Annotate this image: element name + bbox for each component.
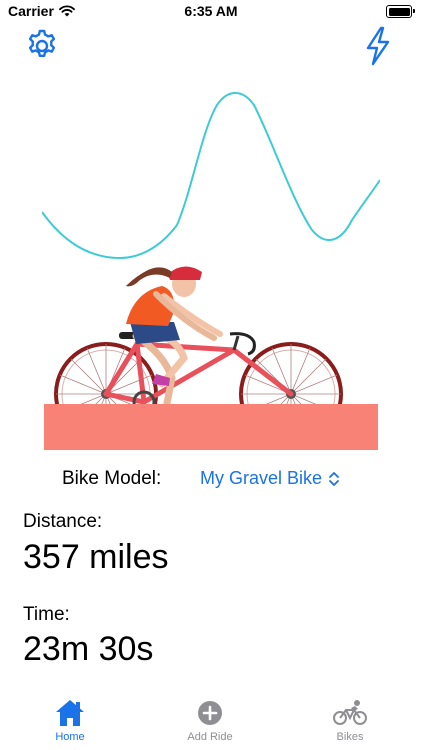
battery-icon [386, 5, 415, 18]
tab-home[interactable]: Home [20, 698, 120, 750]
distance-value: 357 miles [23, 538, 169, 576]
chevron-up-down-icon [329, 471, 339, 486]
bolt-icon [366, 26, 390, 66]
tab-bikes-label: Bikes [336, 731, 364, 743]
tab-bikes[interactable]: Bikes [300, 698, 400, 750]
tab-bar: Home Add Ride Bikes [0, 698, 422, 750]
bike-model-row: Bike Model: My Gravel Bike [0, 468, 422, 494]
gear-icon [28, 29, 56, 57]
settings-button[interactable] [22, 26, 62, 66]
bicycle-icon [333, 700, 367, 725]
elevation-profile [42, 92, 380, 260]
distance-label: Distance: [23, 511, 103, 532]
bike-model-picker[interactable]: My Gravel Bike [200, 468, 340, 489]
plus-circle-icon [198, 701, 222, 725]
tab-add-ride-label: Add Ride [187, 731, 233, 743]
time-label: Time: [23, 604, 70, 625]
status-bar: Carrier 6:35 AM [0, 0, 422, 24]
elevation-line [42, 92, 380, 260]
status-time: 6:35 AM [184, 3, 238, 19]
tab-home-label: Home [55, 731, 85, 743]
house-icon [56, 700, 84, 726]
bike-model-value: My Gravel Bike [200, 468, 323, 488]
bike-model-label: Bike Model: [62, 468, 162, 489]
time-value: 23m 30s [23, 630, 154, 668]
ground-strip [44, 404, 378, 450]
power-button[interactable] [358, 26, 398, 66]
tab-add-ride[interactable]: Add Ride [160, 698, 260, 750]
